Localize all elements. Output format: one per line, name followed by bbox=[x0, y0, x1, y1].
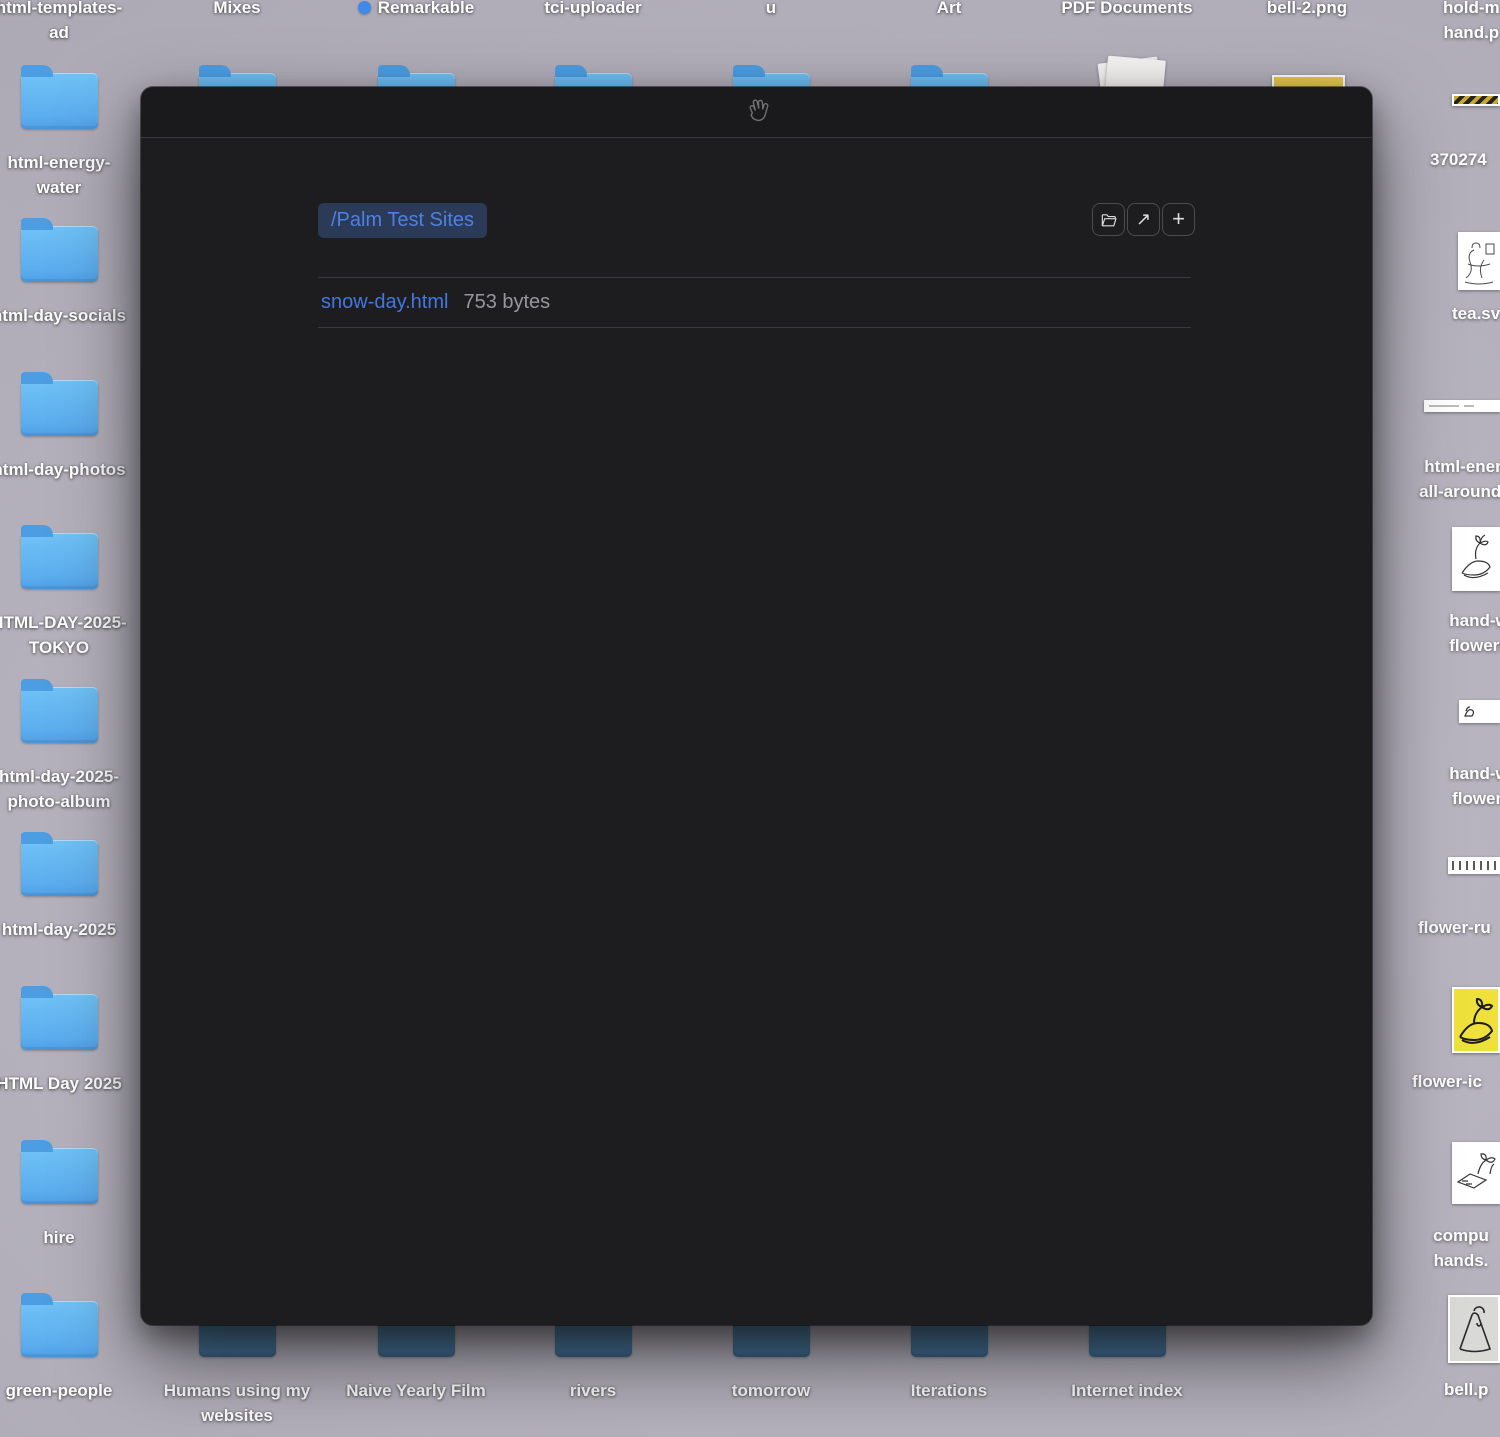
desktop-item-computer-hands[interactable]: compuhands. bbox=[1430, 1223, 1492, 1273]
folder-icon bbox=[21, 533, 98, 589]
desktop-item-hire[interactable]: hire bbox=[0, 1138, 139, 1250]
folder-icon bbox=[21, 1148, 98, 1204]
desktop-item-html-day-2025[interactable]: html-day-2025 bbox=[0, 830, 139, 942]
desktop-item-html-day-2025-tokyo[interactable]: HTML-DAY-2025-TOKYO bbox=[0, 523, 139, 660]
folder-outline-icon bbox=[1100, 212, 1118, 228]
thumbnail-flower-run-icon[interactable] bbox=[1448, 857, 1500, 874]
desktop-item-flower-run[interactable]: flower-ru bbox=[1418, 915, 1491, 940]
thumbnail-computer-hands-icon[interactable] bbox=[1452, 1142, 1500, 1204]
folder-icon bbox=[21, 73, 98, 129]
desktop-item-html-day-2025-caps[interactable]: HTML Day 2025 bbox=[0, 984, 139, 1096]
desktop-item-hand-with-flowers[interactable]: hand-wflowers bbox=[1444, 608, 1500, 658]
arrow-up-right-icon: ↗ bbox=[1136, 209, 1151, 230]
thumbnail-370274-icon[interactable] bbox=[1452, 94, 1500, 106]
desktop-item-hold-my-hand[interactable]: hold-mhand.p bbox=[1443, 0, 1500, 45]
window-titlebar[interactable] bbox=[141, 87, 1372, 138]
desktop-item-html-day-2025-photo-album[interactable]: html-day-2025-photo-album bbox=[0, 677, 139, 814]
desktop-item-html-energy-all-around[interactable]: html-enerall-around- bbox=[1403, 454, 1500, 504]
folder-icon bbox=[21, 687, 98, 743]
open-external-button[interactable]: ↗ bbox=[1127, 203, 1160, 236]
desktop-item-370274[interactable]: 370274 bbox=[1430, 147, 1487, 172]
desktop-item-remarkable[interactable]: Remarkable bbox=[336, 0, 496, 20]
desktop-item-u[interactable]: u bbox=[691, 0, 851, 20]
reveal-folder-button[interactable] bbox=[1092, 203, 1125, 236]
desktop-item-hand-with-flower[interactable]: hand-wflower. bbox=[1444, 761, 1500, 811]
desktop-item-pdf-documents[interactable]: PDF Documents bbox=[1047, 0, 1207, 20]
desktop-item-html-day-photos[interactable]: html-day-photos bbox=[0, 370, 139, 482]
desktop-item-bell-png[interactable]: bell.p bbox=[1444, 1377, 1488, 1402]
desktop-item-green-people[interactable]: green-people bbox=[0, 1291, 139, 1403]
desktop-item-art[interactable]: Art bbox=[869, 0, 1029, 20]
thumbnail-hand-with-flowers-icon[interactable] bbox=[1452, 527, 1500, 591]
folder-icon bbox=[21, 994, 98, 1050]
thumbnail-html-energy-banner-icon[interactable] bbox=[1424, 400, 1500, 412]
desktop-item-flower-icon-file[interactable]: flower-ic bbox=[1412, 1069, 1482, 1094]
desktop-item-html-day-socials[interactable]: html-day-socials bbox=[0, 216, 139, 328]
file-size: 753 bytes bbox=[463, 291, 550, 314]
desktop-item-mixes[interactable]: Mixes bbox=[157, 0, 317, 20]
desktop-item-html-templates-ad[interactable]: html-templates-ad bbox=[0, 0, 139, 45]
desktop-item-tci-uploader[interactable]: tci-uploader bbox=[513, 0, 673, 20]
status-dot-icon bbox=[358, 1, 371, 14]
thumbnail-flower-icon-yellow[interactable] bbox=[1452, 987, 1500, 1053]
path-chip[interactable]: /Palm Test Sites bbox=[318, 203, 487, 238]
file-browser-window: /Palm Test Sites ↗ + snow-day.html 753 b… bbox=[141, 87, 1372, 1325]
file-list: snow-day.html 753 bytes bbox=[318, 277, 1191, 328]
window-toolbar: ↗ + bbox=[1092, 203, 1195, 236]
desktop-item-html-energy-water[interactable]: html-energy-water bbox=[0, 63, 139, 200]
plus-icon: + bbox=[1172, 206, 1185, 232]
file-link[interactable]: snow-day.html bbox=[321, 291, 448, 314]
folder-icon bbox=[21, 1301, 98, 1357]
add-file-button[interactable]: + bbox=[1162, 203, 1195, 236]
folder-icon bbox=[21, 226, 98, 282]
thumbnail-bell-icon[interactable] bbox=[1448, 1295, 1500, 1363]
desktop-item-bell-2-png[interactable]: bell-2.png bbox=[1227, 0, 1387, 20]
thumbnail-hand-with-flower-icon[interactable] bbox=[1459, 700, 1500, 723]
desktop: { "desktop": { "top_row": [ {"line1": "h… bbox=[0, 0, 1500, 1437]
folder-icon bbox=[21, 840, 98, 896]
folder-icon bbox=[21, 380, 98, 436]
desktop-item-tea[interactable]: tea.sv bbox=[1452, 301, 1500, 326]
file-row: snow-day.html 753 bytes bbox=[318, 277, 1191, 328]
hand-tool-icon[interactable] bbox=[739, 94, 774, 129]
thumbnail-tea-icon[interactable] bbox=[1458, 232, 1500, 290]
